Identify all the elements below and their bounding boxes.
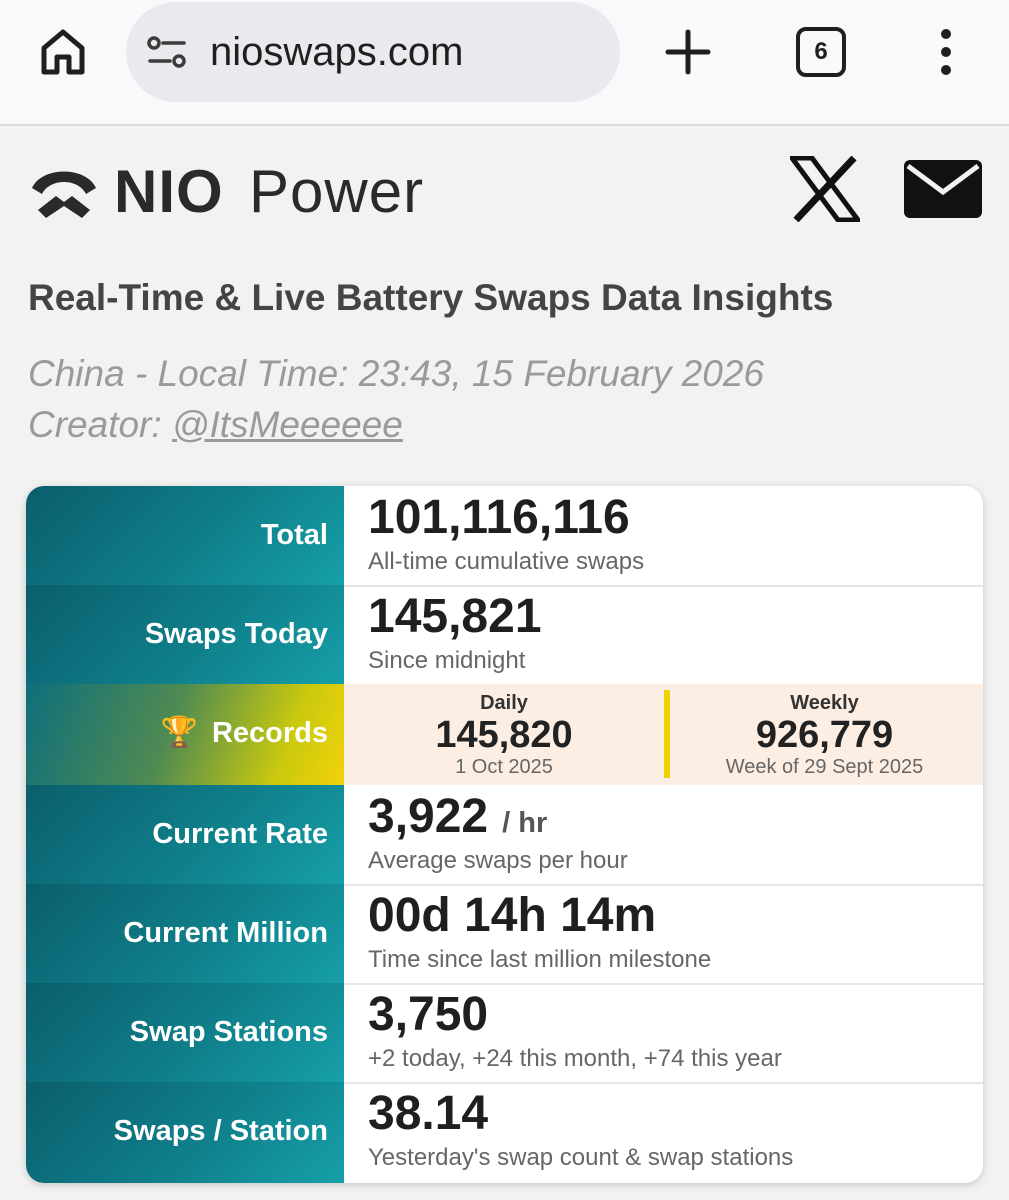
- stat-description: Yesterday's swap count & swap stations: [368, 1144, 794, 1171]
- stat-description: +2 today, +24 this month, +74 this year: [368, 1045, 782, 1072]
- plus-icon[interactable]: [664, 28, 712, 76]
- stat-value: 38.14: [368, 1087, 489, 1140]
- stat-row-records: 🏆 Records Daily 145,820 1 Oct 2025 Weekly…: [26, 684, 983, 785]
- stat-row-swap-stations: Swap Stations 3,750 +2 today, +24 this m…: [26, 983, 983, 1084]
- url-text[interactable]: nioswaps.com: [210, 28, 463, 76]
- stat-description: All-time cumulative swaps: [368, 548, 645, 575]
- logo-power-text: Power: [249, 158, 425, 225]
- stat-value: 101,116,116: [368, 491, 630, 544]
- rate-unit: / hr: [502, 807, 548, 839]
- stat-description: Since midnight: [368, 647, 526, 674]
- creator-link[interactable]: @ItsMeeeeee: [172, 404, 403, 445]
- local-time-text: China - Local Time: 23:43, 15 February 2…: [28, 353, 764, 394]
- record-weekly: Weekly 926,779 Week of 29 Sept 2025: [666, 684, 983, 785]
- stat-value: 3,922: [368, 790, 489, 843]
- tab-switcher-icon[interactable]: 6: [796, 27, 846, 77]
- stat-description: Average swaps per hour: [368, 847, 628, 874]
- records-label: 🏆 Records: [161, 716, 328, 750]
- stat-row-swaps-today: Swaps Today 145,821 Since midnight: [26, 585, 983, 686]
- record-weekly-date: Week of 29 Sept 2025: [725, 756, 924, 778]
- stat-label: Swap Stations: [129, 1016, 328, 1048]
- stat-row-total: Total 101,116,116 All-time cumulative sw…: [26, 486, 983, 587]
- stat-label: Current Million: [123, 917, 328, 949]
- stat-description: Time since last million milestone: [368, 946, 712, 973]
- stat-value: 00d 14h 14m: [368, 889, 657, 942]
- stat-label: Swaps Today: [144, 618, 328, 650]
- record-daily: Daily 145,820 1 Oct 2025: [344, 684, 664, 785]
- home-icon[interactable]: [38, 26, 88, 78]
- stat-label: Swaps / Station: [113, 1115, 328, 1147]
- page-title: Real-Time & Live Battery Swaps Data Insi…: [28, 277, 834, 318]
- stat-row-current-million: Current Million 00d 14h 14m Time since l…: [26, 884, 983, 985]
- stat-label: Total: [260, 519, 328, 551]
- site-settings-icon[interactable]: [146, 35, 188, 69]
- mail-icon[interactable]: [904, 160, 982, 218]
- label-cell: 🏆 Records: [26, 684, 344, 785]
- stat-label: Current Rate: [152, 818, 328, 850]
- label-cell: Total: [26, 486, 344, 587]
- stat-value: 3,750: [368, 988, 489, 1041]
- tab-count: 6: [814, 38, 828, 65]
- trophy-icon: 🏆: [160, 716, 198, 749]
- address-bar[interactable]: nioswaps.com: [126, 2, 620, 102]
- logo-nio-text: NIO: [114, 158, 224, 225]
- record-daily-date: 1 Oct 2025: [455, 756, 553, 778]
- x-logo-icon[interactable]: [787, 155, 863, 223]
- more-vert-icon[interactable]: [936, 28, 956, 76]
- creator-line: Creator: @ItsMeeeeee: [28, 403, 403, 447]
- stats-table: Total 101,116,116 All-time cumulative sw…: [26, 486, 983, 1183]
- record-weekly-value: 926,779: [755, 714, 894, 756]
- label-cell: Swap Stations: [26, 983, 344, 1084]
- creator-prefix: Creator:: [28, 404, 172, 445]
- stat-row-swaps-per-station: Swaps / Station 38.14 Yesterday's swap c…: [26, 1082, 983, 1183]
- stat-row-current-rate: Current Rate 3,922 / hr Average swaps per…: [26, 785, 983, 886]
- label-cell: Swaps / Station: [26, 1082, 344, 1183]
- label-cell: Current Rate: [26, 785, 344, 886]
- label-cell: Current Million: [26, 884, 344, 985]
- stat-value: 145,821: [368, 590, 542, 643]
- record-daily-value: 145,820: [435, 714, 573, 756]
- nio-logo-icon: [28, 158, 100, 224]
- stat-value-wrap: 3,922 / hr: [368, 791, 547, 849]
- stat-label: Records: [211, 717, 328, 749]
- label-cell: Swaps Today: [26, 585, 344, 686]
- browser-toolbar: nioswaps.com 6: [0, 0, 1009, 126]
